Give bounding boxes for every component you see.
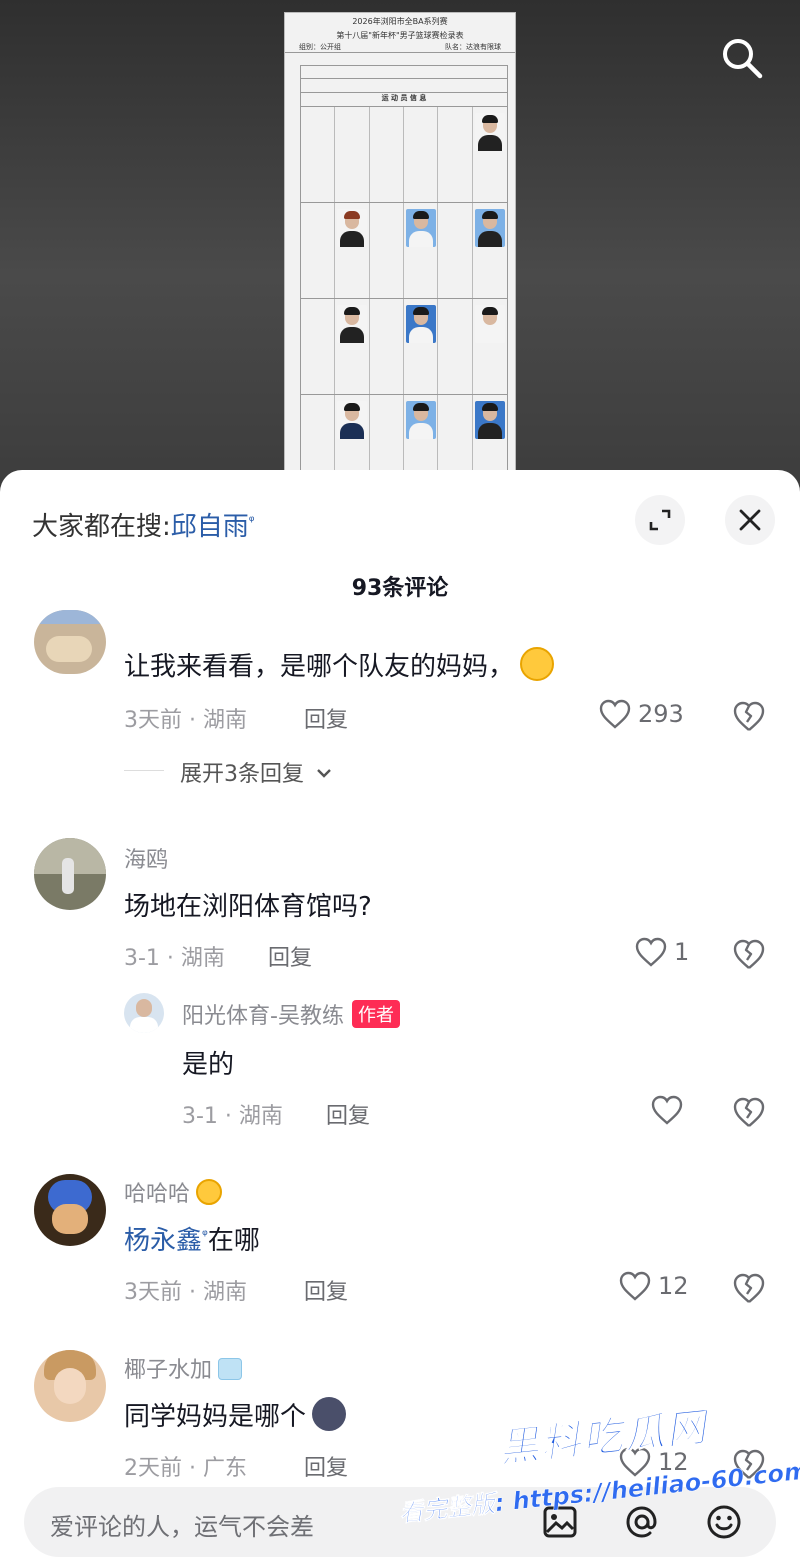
doc-player-block xyxy=(300,299,508,395)
heart-icon xyxy=(635,937,667,967)
video-background[interactable]: 2026年浏阳市全BA系列赛 第十八届"新年杯"男子篮球赛检录表 组别：公开组 … xyxy=(0,0,800,500)
doc-meta: 组别：公开组 队名：达浪有限球 xyxy=(285,42,515,53)
player-photo xyxy=(405,305,436,343)
reply-text: 是的 xyxy=(182,1050,235,1080)
like-button[interactable]: 12 xyxy=(618,1270,689,1302)
heart-icon xyxy=(619,1271,651,1301)
broken-heart-icon[interactable] xyxy=(731,698,767,734)
like-button[interactable]: 1 xyxy=(634,936,689,968)
ice-emoji-icon xyxy=(218,1358,243,1380)
player-photo xyxy=(337,305,368,343)
comment-text: 让我来看看，是哪个队友的妈妈， xyxy=(124,646,555,683)
chevron-down-icon xyxy=(317,769,331,778)
laugh-emoji-icon xyxy=(196,1179,223,1205)
reply-button[interactable]: 回复 xyxy=(304,1274,348,1306)
mention-link[interactable]: 杨永鑫 xyxy=(124,1226,202,1256)
expand-button[interactable] xyxy=(635,495,685,545)
at-icon[interactable] xyxy=(622,1502,662,1542)
doc-group: 组别：公开组 xyxy=(299,43,341,51)
broken-heart-icon[interactable] xyxy=(731,1270,767,1306)
reply-button[interactable]: 回复 xyxy=(326,1098,370,1130)
doc-row xyxy=(300,65,508,79)
comment-text: 同学妈妈是哪个 xyxy=(124,1396,347,1433)
comment-text: 杨永鑫ᵠ在哪 xyxy=(124,1226,260,1256)
expand-icon xyxy=(649,509,671,531)
comment-time: 3天前 · 湖南 xyxy=(124,708,247,733)
doc-table: 运 动 员 信 息 xyxy=(300,65,508,481)
reply-button[interactable]: 回复 xyxy=(304,702,348,734)
heart-icon[interactable] xyxy=(650,1094,684,1126)
trending-search[interactable]: 大家都在搜:邱自雨ᵠ xyxy=(32,506,255,543)
doc-player-block xyxy=(300,395,508,481)
emoji-icon[interactable] xyxy=(704,1502,744,1542)
comment-username[interactable]: 哈哈哈 xyxy=(124,1176,223,1208)
avatar[interactable] xyxy=(34,610,106,674)
expand-replies-button[interactable]: 展开3条回复 xyxy=(180,756,333,788)
player-photo xyxy=(405,209,436,247)
doc-row xyxy=(300,79,508,93)
doc-player-block xyxy=(300,203,508,299)
comment-username[interactable]: 椰子水加 xyxy=(124,1352,243,1384)
player-photo xyxy=(474,401,505,439)
player-photo xyxy=(474,113,505,151)
reply-username[interactable]: 阳光体育-吴教练 作者 xyxy=(182,998,400,1030)
player-photo xyxy=(474,305,505,343)
doc-section-title: 运 动 员 信 息 xyxy=(300,93,508,107)
search-icon xyxy=(723,39,763,79)
player-photo xyxy=(337,401,368,439)
comment-text: 场地在浏阳体育馆吗? xyxy=(124,892,372,922)
search-button[interactable] xyxy=(718,34,766,82)
comment-count: 93条评论 xyxy=(351,576,449,601)
doc-title-2: 第十八届"新年杯"男子篮球赛检录表 xyxy=(336,31,464,40)
avatar[interactable] xyxy=(124,993,164,1033)
registration-form-image: 2026年浏阳市全BA系列赛 第十八届"新年杯"男子篮球赛检录表 组别：公开组 … xyxy=(284,12,516,482)
close-button[interactable] xyxy=(725,495,775,545)
like-count: 12 xyxy=(658,1272,689,1300)
player-photo xyxy=(474,209,505,247)
like-button[interactable]: 293 xyxy=(598,698,684,730)
player-photo xyxy=(405,401,436,439)
player-photo xyxy=(337,209,368,247)
like-count: 1 xyxy=(674,938,690,966)
doc-team: 队名：达浪有限球 xyxy=(445,43,501,51)
author-badge: 作者 xyxy=(351,1000,400,1028)
comment-time: 3-1 · 湖南 xyxy=(124,946,225,971)
close-icon xyxy=(739,509,761,531)
avatar[interactable] xyxy=(34,1174,106,1246)
comment-time: 3天前 · 湖南 xyxy=(124,1280,247,1305)
avatar[interactable] xyxy=(34,838,106,910)
avatar[interactable] xyxy=(34,1350,106,1422)
doc-title-1: 2026年浏阳市全BA系列赛 xyxy=(352,17,448,26)
broken-heart-icon[interactable] xyxy=(731,936,767,972)
broken-heart-icon[interactable] xyxy=(731,1094,767,1130)
reply-time: 3-1 · 湖南 xyxy=(182,1104,283,1129)
heart-icon xyxy=(599,699,631,729)
reply-button[interactable]: 回复 xyxy=(304,1450,348,1482)
comment-input[interactable]: 爱评论的人，运气不会差 xyxy=(50,1507,314,1542)
blob-emoji-icon xyxy=(312,1397,347,1431)
like-count: 293 xyxy=(638,700,684,728)
trending-keyword[interactable]: 邱自雨 xyxy=(171,512,249,542)
trending-prefix: 大家都在搜: xyxy=(32,512,171,542)
divider xyxy=(124,770,164,771)
reply-button[interactable]: 回复 xyxy=(268,940,312,972)
comment-username[interactable]: 海鸥 xyxy=(124,842,168,874)
search-mini-icon: ᵠ xyxy=(248,513,255,530)
comment-time: 2天前 · 广东 xyxy=(124,1456,247,1481)
doc-player-block xyxy=(300,107,508,203)
grin-emoji-icon xyxy=(520,647,555,681)
